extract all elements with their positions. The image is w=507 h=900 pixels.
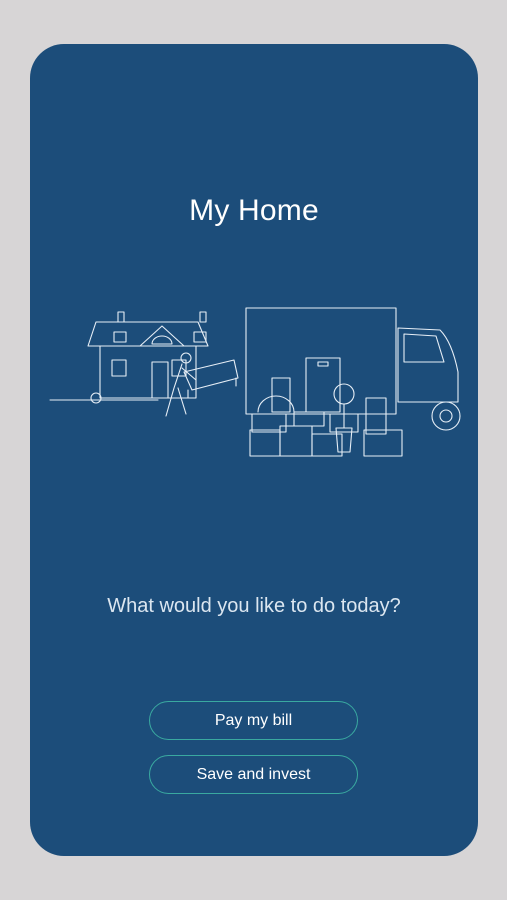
home-card: My Home What would you like to do today?…	[30, 44, 478, 856]
pay-my-bill-button[interactable]: Pay my bill	[149, 701, 358, 740]
save-and-invest-button[interactable]: Save and invest	[149, 755, 358, 794]
page-title: My Home	[189, 194, 319, 227]
moving-house-illustration	[48, 302, 462, 464]
prompt-text: What would you like to do today?	[107, 595, 401, 617]
